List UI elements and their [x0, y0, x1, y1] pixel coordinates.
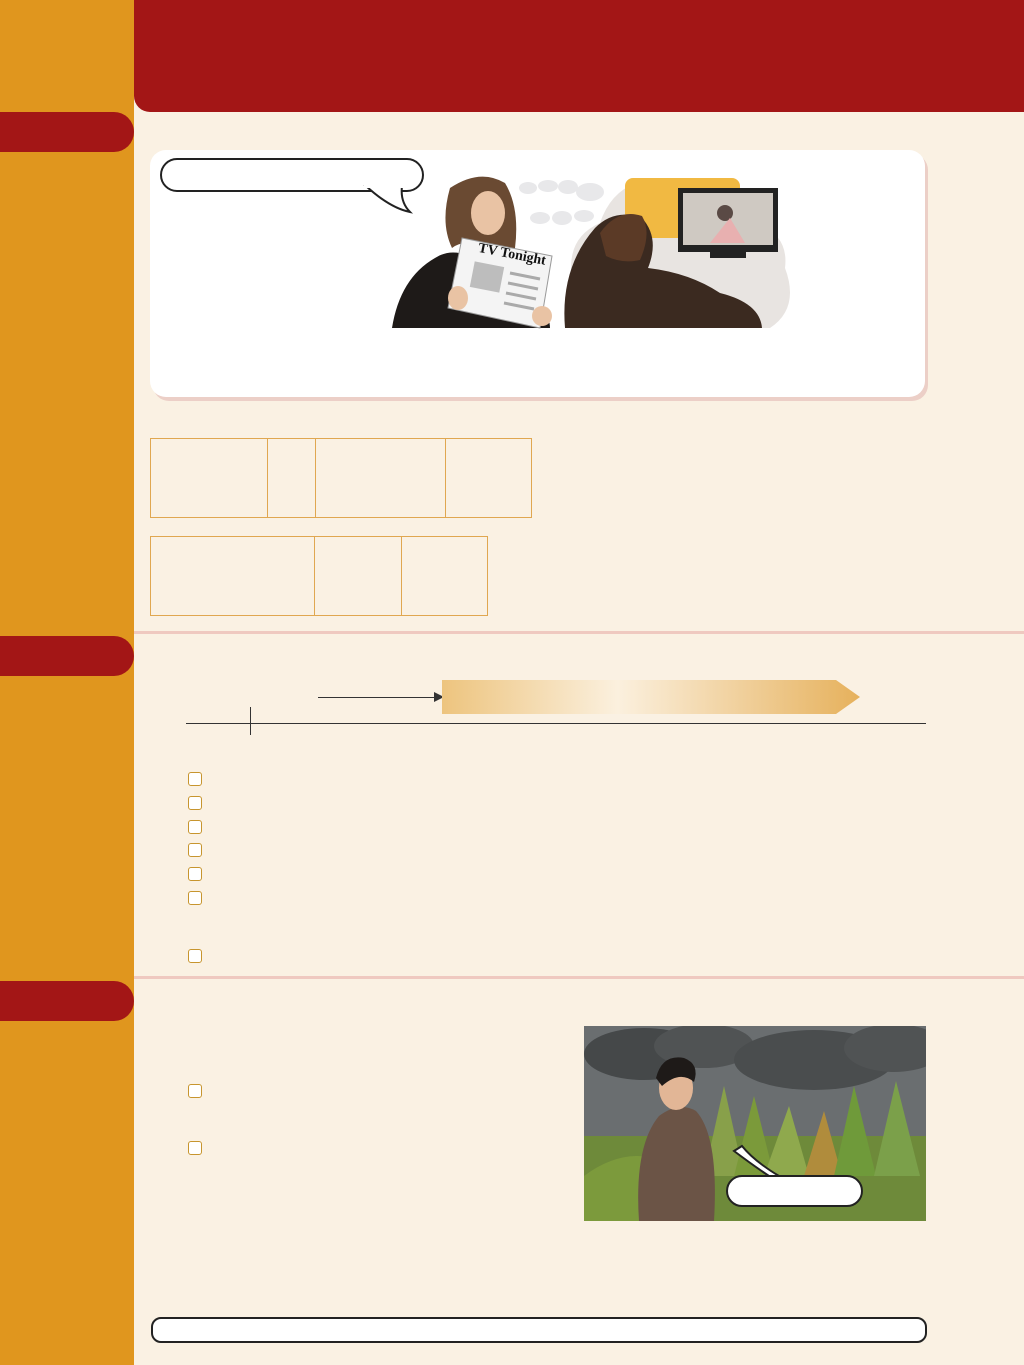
table-2-cell [314, 536, 402, 616]
sidebar [0, 0, 134, 1365]
table-2 [149, 536, 488, 616]
checkbox-5[interactable] [188, 867, 202, 881]
table-2-row [149, 536, 488, 616]
thought-bubble-icon [519, 180, 604, 225]
table-1 [149, 438, 533, 518]
table-1-cell [267, 438, 316, 518]
section-divider-2 [134, 976, 1024, 979]
section-tab-1 [0, 112, 134, 152]
timeline-arrow-line [318, 697, 436, 698]
timeline-duration-bar [442, 680, 860, 714]
tv-scene-illustration: TV Tonight [392, 176, 790, 329]
checkbox-8[interactable] [188, 1084, 202, 1098]
checkbox-2[interactable] [188, 796, 202, 810]
table-2-cell [400, 536, 488, 616]
checkbox-9[interactable] [188, 1141, 202, 1155]
table-1-row [149, 438, 533, 518]
checkbox-6[interactable] [188, 891, 202, 905]
checkbox-7[interactable] [188, 949, 202, 963]
table-1-cell [444, 438, 533, 518]
section-tab-3 [0, 981, 134, 1021]
header-bar [134, 0, 1024, 112]
table-2-cell [149, 536, 316, 616]
checkbox-3[interactable] [188, 820, 202, 834]
footer-bar [151, 1317, 927, 1343]
section-tab-2 [0, 636, 134, 676]
checkbox-4[interactable] [188, 843, 202, 857]
section-divider-1 [134, 631, 1024, 634]
table-1-cell [149, 438, 269, 518]
timeline-axis [186, 723, 926, 724]
sidebar-top [0, 0, 134, 112]
checkbox-1[interactable] [188, 772, 202, 786]
table-1-cell [314, 438, 446, 518]
rain-scene-illustration [584, 1026, 926, 1221]
timeline-now-marker [250, 707, 251, 735]
